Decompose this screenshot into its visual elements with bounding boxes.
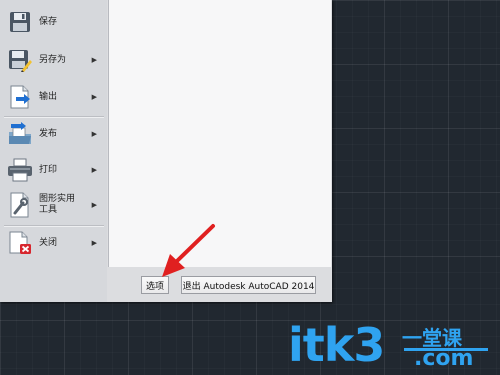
watermark-logo: itk3 xyxy=(288,318,385,372)
watermark-dotcom: .com xyxy=(414,346,474,371)
annotation-arrow-icon xyxy=(162,224,215,277)
